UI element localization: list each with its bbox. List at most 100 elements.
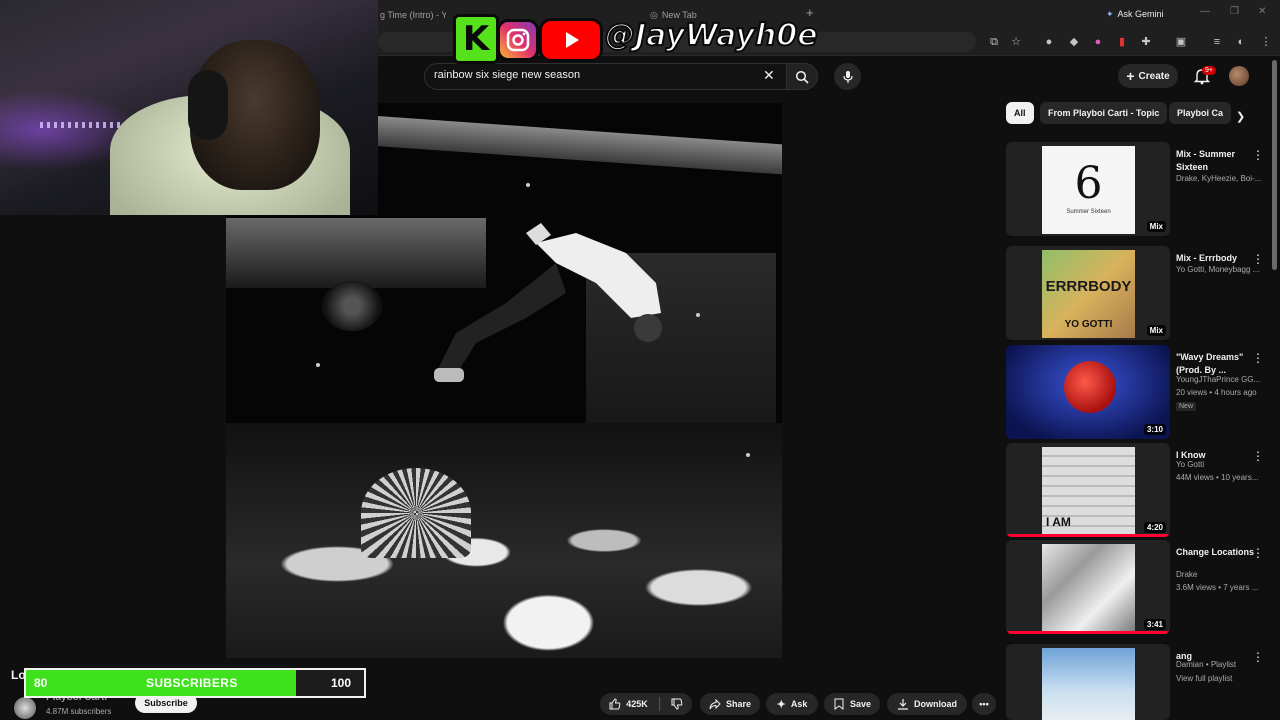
- kick-logo-icon: K: [453, 14, 499, 64]
- album-cover-summer-sixteen: 6 Summer Sixteen: [1042, 146, 1135, 234]
- page-scrollbar[interactable]: [1272, 60, 1277, 270]
- chip-all[interactable]: All: [1006, 102, 1034, 124]
- cover-subtext: Summer Sixteen: [1066, 209, 1111, 215]
- stage-diver-figure: [434, 223, 662, 383]
- dust-speck: [316, 363, 320, 367]
- like-button[interactable]: 425K: [609, 698, 648, 710]
- album-cover-views: [1042, 544, 1135, 632]
- extension-icon[interactable]: ◆: [1066, 34, 1082, 50]
- more-vertical-icon[interactable]: ⋮: [1252, 252, 1264, 266]
- view-full-playlist-link[interactable]: View full playlist: [1176, 674, 1268, 683]
- thumbs-up-icon: [609, 698, 621, 710]
- playlist-item[interactable]: ang Damian • Playlist View full playlist…: [1006, 644, 1268, 720]
- minimize-icon[interactable]: —: [1200, 6, 1210, 17]
- save-playlist-icon: [834, 698, 844, 710]
- recommendation-item[interactable]: I AM 4:20 I Know Yo Gotti 44M views • 10…: [1006, 443, 1268, 539]
- video-title: Mix - Errrbody: [1176, 253, 1238, 263]
- side-panel-icon[interactable]: ▣: [1173, 34, 1189, 50]
- chevron-right-icon[interactable]: ❯: [1236, 110, 1245, 123]
- thumbnail: [1006, 644, 1170, 720]
- more-menu-icon[interactable]: ⋮: [1258, 34, 1274, 50]
- more-vertical-icon[interactable]: ⋮: [1252, 148, 1264, 162]
- more-vertical-icon[interactable]: ⋮: [1252, 650, 1264, 664]
- recommendation-item[interactable]: ERRRBODY YO GOTTI Mix Mix - Errrbody Yo …: [1006, 246, 1268, 342]
- profile-icon[interactable]: ◐: [1233, 34, 1249, 50]
- account-avatar[interactable]: [1229, 66, 1249, 86]
- recommendation-item[interactable]: 6 Summer Sixteen Mix Mix - Summer Sixtee…: [1006, 142, 1268, 238]
- puzzle-icon[interactable]: ✚: [1138, 34, 1154, 50]
- chip-from-playboi-carti-topic[interactable]: From Playboi Carti - Topic: [1040, 102, 1168, 124]
- channel-name: YoungJThaPrince GG...: [1176, 375, 1261, 384]
- dust-speck: [526, 183, 530, 187]
- video-meta: 44M views • 10 years...: [1176, 473, 1259, 482]
- watch-progress-bar: [1006, 631, 1170, 634]
- save-label: Save: [849, 699, 872, 709]
- extension-icon[interactable]: ●: [1090, 34, 1106, 50]
- tab-label: g Time (Intro) - You: [380, 10, 446, 20]
- cover-text: ERRRBODY: [1045, 278, 1132, 295]
- share-button[interactable]: Share: [700, 693, 760, 715]
- instagram-icon: [497, 19, 539, 61]
- more-actions-button[interactable]: •••: [972, 693, 996, 715]
- restore-icon[interactable]: ❐: [1230, 6, 1239, 17]
- channel-subscriber-count: 4.87M subscribers: [46, 707, 112, 716]
- gemini-sparkle-icon: ✦: [1106, 8, 1114, 19]
- video-title: Mix - Summer Sixteen: [1176, 149, 1236, 172]
- more-vertical-icon[interactable]: ⋮: [1252, 449, 1264, 463]
- ask-button[interactable]: ✦ Ask: [766, 693, 818, 715]
- chip-playboi-carti[interactable]: Playboi Ca: [1169, 102, 1232, 124]
- video-meta: 3.6M views • 7 years ...: [1176, 583, 1259, 592]
- ask-gemini-button[interactable]: ✦ Ask Gemini: [1106, 6, 1164, 22]
- channel-name: Yo Gotti, Moneybagg ...: [1176, 265, 1260, 274]
- thumbs-down-icon[interactable]: [671, 698, 683, 710]
- dust-speck: [696, 313, 700, 317]
- cover-text: 6: [1074, 158, 1103, 209]
- cover-subtext: YO GOTTI: [1064, 319, 1113, 330]
- bookmark-star-icon[interactable]: ☆: [1008, 34, 1024, 50]
- save-button[interactable]: Save: [824, 693, 880, 715]
- crowd: [226, 423, 782, 658]
- plus-icon: +: [1126, 68, 1135, 84]
- video-title: "Wavy Dreams" (Prod. By ...: [1176, 352, 1244, 375]
- install-app-icon[interactable]: ⧉: [986, 34, 1002, 50]
- more-horizontal-icon: •••: [979, 699, 989, 709]
- recommendation-item[interactable]: 3:41 Change Locations Drake 3.6M views •…: [1006, 540, 1268, 636]
- social-banner: K @JayWayh0e: [453, 14, 831, 64]
- playlist-cover: [1042, 648, 1135, 720]
- youtube-logo-icon: [539, 18, 603, 62]
- close-window-icon[interactable]: ✕: [1258, 6, 1266, 17]
- create-button[interactable]: + Create: [1118, 64, 1178, 88]
- microphone-icon: [842, 70, 853, 83]
- download-button[interactable]: Download: [887, 693, 967, 715]
- thumbnail: ERRRBODY YO GOTTI Mix: [1006, 246, 1170, 340]
- cover-text: I AM: [1046, 515, 1071, 529]
- webcam-overlay: [0, 0, 378, 215]
- share-label: Share: [725, 699, 751, 709]
- search-query: rainbow six siege new season: [434, 69, 581, 81]
- dust-speck: [746, 453, 750, 457]
- more-vertical-icon[interactable]: ⋮: [1252, 546, 1264, 560]
- more-vertical-icon[interactable]: ⋮: [1252, 351, 1264, 365]
- channel-avatar[interactable]: [14, 697, 36, 719]
- voice-search-button[interactable]: [834, 63, 861, 90]
- clear-search-icon[interactable]: ✕: [763, 67, 775, 84]
- subscriber-goal-label: SUBSCRIBERS: [146, 676, 238, 690]
- channel-name: Yo Gotti: [1176, 460, 1205, 469]
- recommendation-item[interactable]: 3:10 "Wavy Dreams" (Prod. By ... YoungJT…: [1006, 345, 1268, 441]
- tab-youtube[interactable]: g Time (Intro) - You: [380, 6, 446, 24]
- mohawk-hair: [361, 468, 471, 558]
- divider: [658, 697, 660, 711]
- search-button[interactable]: [786, 63, 818, 90]
- share-arrow-icon: [709, 698, 721, 710]
- ask-label: Ask: [790, 699, 808, 709]
- subscriber-goal-current: 80: [34, 676, 48, 690]
- blood-moon-art: [1064, 361, 1116, 413]
- video-meta: 20 views • 4 hours ago: [1176, 388, 1257, 397]
- download-icon: [898, 699, 908, 710]
- mix-badge: Mix: [1146, 221, 1166, 232]
- download-label: Download: [914, 699, 957, 709]
- extension-icon[interactable]: ●: [1041, 34, 1057, 50]
- extension-icon[interactable]: ▮: [1114, 34, 1130, 50]
- tab-search-icon[interactable]: ≡: [1209, 34, 1225, 50]
- channel-name: Drake, KyHeezie, Boi-...: [1176, 174, 1262, 183]
